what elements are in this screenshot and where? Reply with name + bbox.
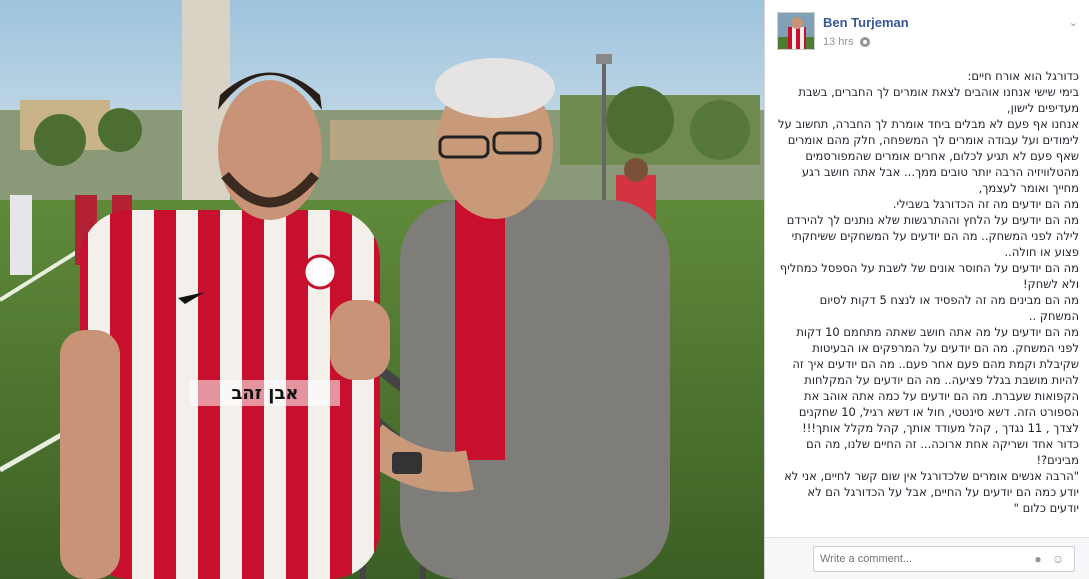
emoji-icon[interactable]: ☺ (1051, 552, 1065, 566)
comment-bar: ● ☺ (765, 537, 1089, 579)
chevron-down-icon[interactable]: ⌄ (1069, 16, 1078, 29)
post-text: כדורגל הוא אורח חיים: בימי שישי אנחנו או… (777, 69, 1079, 515)
author-name[interactable]: Ben Turjeman (823, 15, 909, 30)
post-photo[interactable]: אבן זהב (0, 0, 764, 579)
avatar-image (778, 13, 814, 49)
post-meta: 13 hrs (823, 36, 870, 48)
photo-illustration: אבן זהב (0, 0, 764, 579)
post-header: Ben Turjeman 13 hrs ⌄ (777, 12, 1082, 56)
avatar[interactable] (777, 12, 815, 50)
post-side-panel: Ben Turjeman 13 hrs ⌄ כדורגל הוא אורח חי… (764, 0, 1089, 579)
jersey-sponsor-text: אבן זהב (231, 383, 298, 404)
globe-icon (859, 37, 870, 47)
camera-icon[interactable]: ● (1031, 552, 1045, 566)
post-timestamp[interactable]: 13 hrs (823, 36, 854, 48)
